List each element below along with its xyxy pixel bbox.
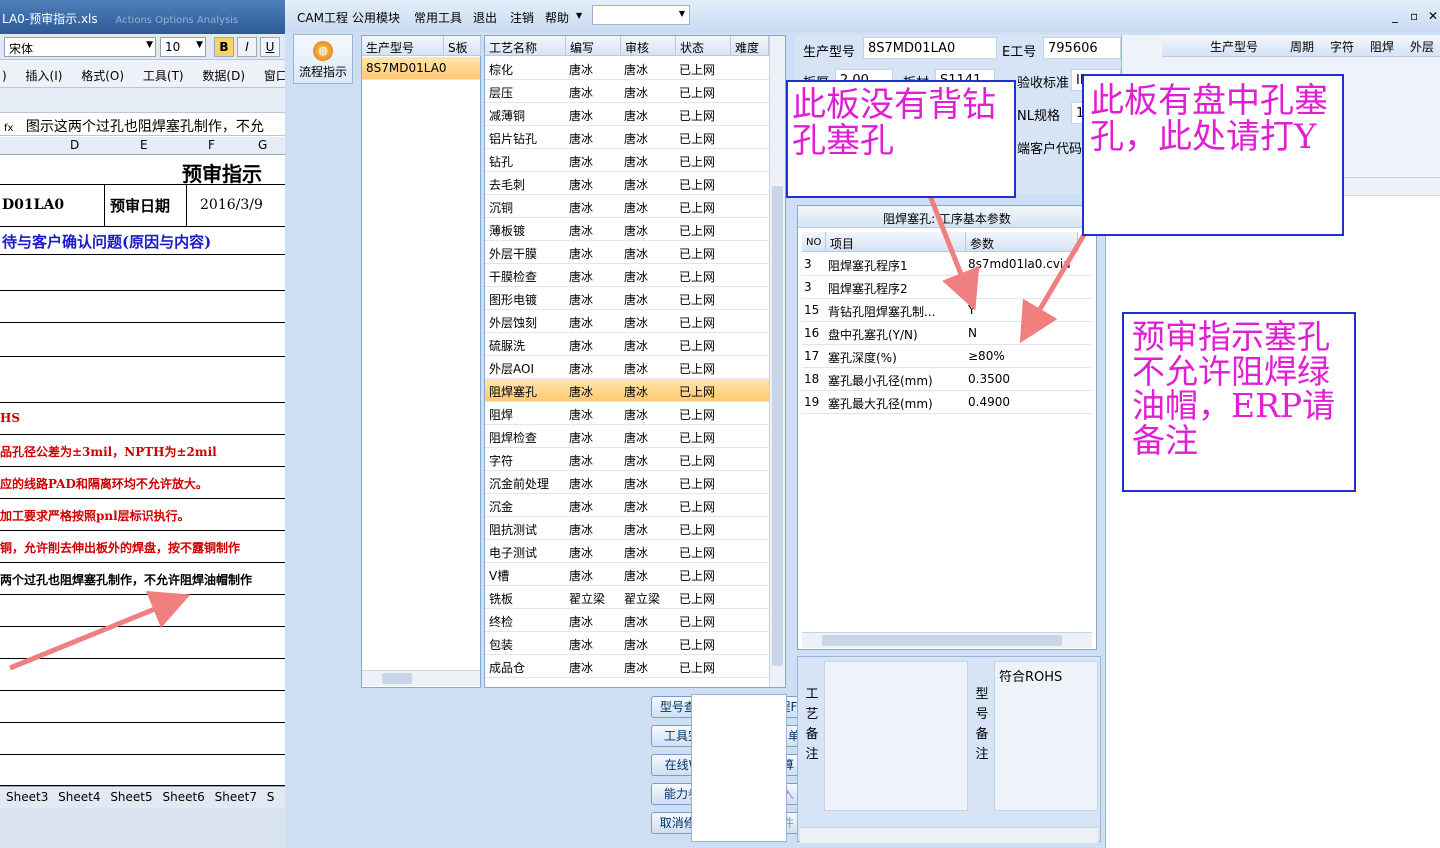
annotation-no-backdrill: 此板没有背钻孔塞孔: [786, 80, 1016, 198]
annotation-erp-note: 预审指示塞孔不允许阻焊绿油帽，ERP请备注: [1122, 312, 1356, 492]
annotation-pad-hole: 此板有盘中孔塞孔，此处请打Y: [1082, 74, 1344, 236]
arrow-to-excel-note: [9, 591, 191, 671]
